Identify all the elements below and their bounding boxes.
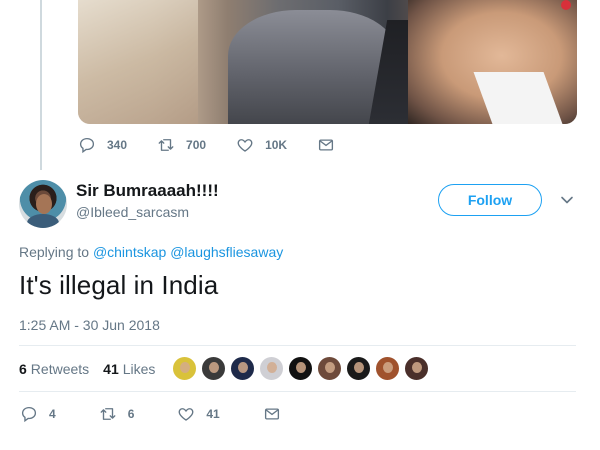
reply-count: 340 [107, 138, 128, 152]
user-display-name[interactable]: Sir Bumraaaah!!!! [76, 181, 219, 201]
tweet-timestamp[interactable]: 1:25 AM - 30 Jun 2018 [19, 317, 160, 333]
reply-icon [79, 137, 95, 154]
user-handle[interactable]: @Ibleed_sarcasm [76, 204, 189, 220]
parent-tweet-photo[interactable] [78, 0, 577, 124]
liker-avatar[interactable] [317, 356, 342, 381]
likes-stat[interactable]: 41 Likes [103, 361, 155, 377]
retweets-stat-count: 6 [19, 361, 27, 377]
liker-avatar[interactable] [288, 356, 313, 381]
likes-stat-label: Likes [122, 361, 156, 377]
tweet-actions: 4 6 41 [20, 405, 335, 423]
reply-icon [21, 406, 37, 423]
retweets-stat[interactable]: 6 Retweets [19, 361, 89, 377]
envelope-icon [264, 408, 279, 420]
heart-icon [237, 139, 253, 152]
liker-avatars [172, 356, 433, 381]
direct-message-button[interactable] [263, 405, 292, 423]
replying-to-label: Replying to [19, 244, 90, 260]
mention-link[interactable]: @chintskap [93, 244, 166, 260]
liker-avatar[interactable] [230, 356, 255, 381]
retweet-button[interactable]: 6 [99, 405, 135, 423]
heart-icon [178, 408, 194, 421]
reply-button[interactable]: 340 [78, 136, 127, 154]
direct-message-button[interactable] [317, 136, 346, 154]
follow-button[interactable]: Follow [438, 184, 542, 216]
retweet-button[interactable]: 700 [157, 136, 206, 154]
reply-count: 4 [49, 407, 56, 421]
retweets-stat-label: Retweets [30, 361, 90, 377]
liker-avatar[interactable] [172, 356, 197, 381]
mention-link[interactable]: @laughsfliesaway [170, 244, 283, 260]
reply-button[interactable]: 4 [20, 405, 56, 423]
retweet-icon [158, 139, 174, 151]
replying-to-line: Replying to @chintskap @laughsfliesaway [19, 244, 283, 260]
liker-avatar[interactable] [375, 356, 400, 381]
liker-avatar[interactable] [346, 356, 371, 381]
like-count: 41 [206, 407, 220, 421]
retweet-count: 6 [127, 407, 135, 421]
liker-avatar[interactable] [404, 356, 429, 381]
retweet-count: 700 [186, 138, 207, 152]
user-avatar[interactable] [19, 180, 67, 228]
envelope-icon [319, 139, 334, 151]
like-button[interactable]: 41 [177, 405, 220, 423]
tweet-text: It's illegal in India [19, 270, 219, 300]
retweet-icon [100, 408, 116, 420]
divider [19, 345, 576, 346]
likes-stat-count: 41 [103, 361, 119, 377]
thread-connector-line [40, 0, 42, 170]
chevron-down-icon[interactable] [559, 193, 575, 207]
liker-avatar[interactable] [259, 356, 284, 381]
like-button[interactable]: 10K [236, 136, 287, 154]
tweet-stats: 6 Retweets 41 Likes [19, 361, 169, 377]
divider [19, 391, 576, 392]
parent-tweet-actions: 340 700 10K [78, 136, 376, 154]
liker-avatar[interactable] [201, 356, 226, 381]
like-count: 10K [265, 138, 288, 152]
